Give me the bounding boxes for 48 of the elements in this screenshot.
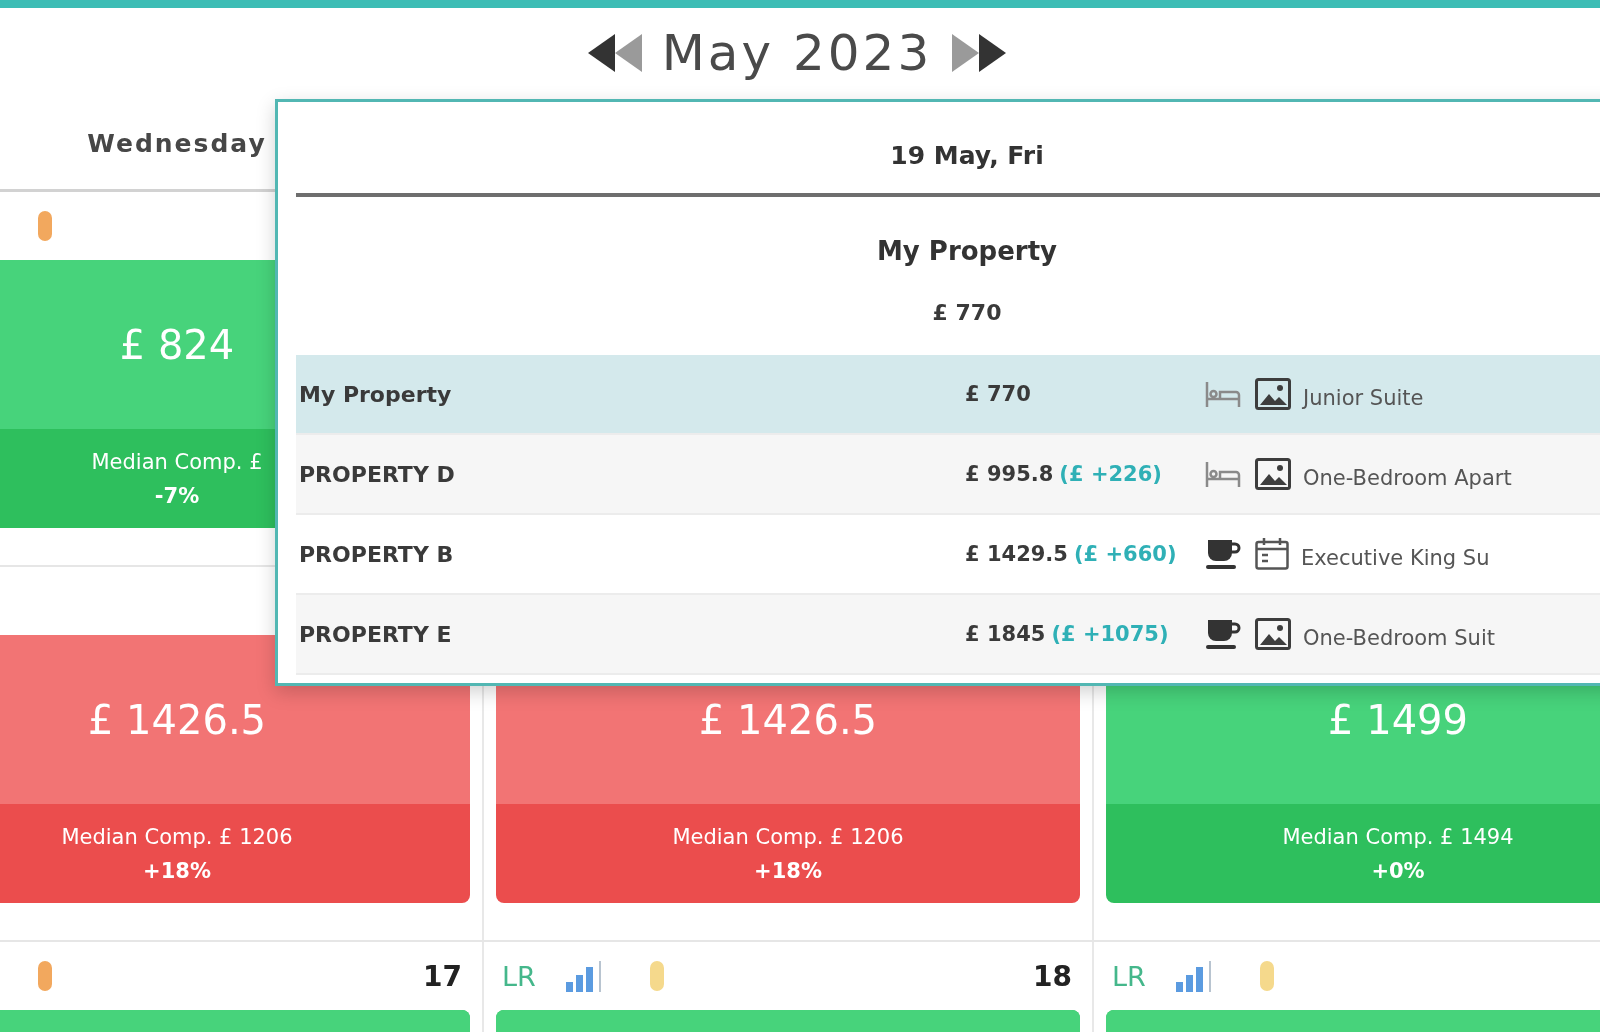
price-text: £ 1426.5 — [698, 696, 878, 743]
rate-difference: (£ +226) — [1059, 462, 1162, 486]
median-comp-text: Median Comp. £ 1206 — [61, 824, 293, 849]
month-title: May 2023 — [661, 27, 933, 78]
property-name: PROPERTY D — [299, 461, 456, 487]
room-type: Executive King Su — [1301, 545, 1490, 570]
rate-code-label: LR — [1112, 960, 1146, 992]
double-right-arrow-icon — [952, 33, 1007, 72]
calendar-icon — [1255, 538, 1289, 570]
median-comp-text: Median Comp. £ 1206 — [672, 824, 904, 849]
rate-price: £ 995.8 — [965, 462, 1054, 486]
photo-icon — [1255, 378, 1291, 410]
weekday-header: Wednesday — [87, 128, 267, 158]
day-number: 17 — [423, 959, 463, 993]
change-percent: +18% — [754, 858, 822, 883]
change-percent: +18% — [143, 858, 211, 883]
room-type: One-Bedroom Suit — [1303, 625, 1495, 650]
rate-difference: (£ +660) — [1073, 542, 1177, 566]
change-percent: +0% — [1371, 858, 1425, 883]
property-name: PROPERTY B — [299, 541, 455, 567]
rate-price: £ 1845 — [965, 622, 1046, 646]
rate-price: £ 770 — [965, 382, 1031, 406]
popup-title: 19 May, Fri — [890, 141, 1044, 170]
photo-icon — [1255, 618, 1291, 650]
photo-icon — [1255, 458, 1291, 490]
price-text: £ 1426.5 — [87, 696, 267, 743]
property-price: £ 770 — [932, 299, 1002, 327]
double-left-arrow-icon — [587, 33, 642, 72]
median-comp-text: Median Comp. £ 1494 — [1282, 824, 1514, 849]
median-comp-text: Median Comp. £ — [91, 449, 263, 474]
property-name: My Property — [876, 235, 1058, 267]
room-type: One-Bedroom Apart — [1303, 465, 1512, 490]
property-name: PROPERTY E — [299, 621, 453, 647]
bed-icon — [1205, 380, 1241, 408]
change-percent: -7% — [154, 483, 200, 508]
room-type: Junior Suite — [1303, 385, 1424, 410]
rate-difference: (£ +1075) — [1051, 622, 1169, 646]
cup-icon — [1205, 618, 1241, 650]
price-text: £ 824 — [119, 321, 235, 368]
bed-icon — [1205, 460, 1241, 488]
price-text: £ 1499 — [1328, 696, 1468, 743]
cup-icon — [1205, 538, 1241, 570]
rate-price: £ 1429.5 — [965, 542, 1068, 566]
rate-code-label: LR — [502, 960, 536, 992]
day-number: 18 — [1033, 959, 1073, 993]
property-name: My Property — [299, 381, 453, 407]
previous-month-button[interactable] — [587, 33, 642, 72]
next-month-button[interactable] — [952, 33, 1007, 72]
